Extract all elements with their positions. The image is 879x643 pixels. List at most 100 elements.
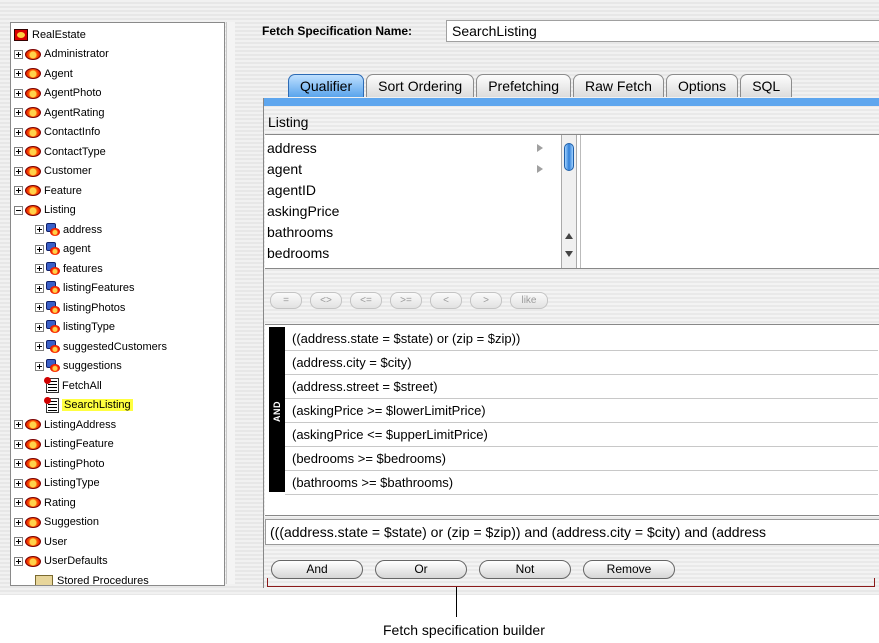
tree-row[interactable]: listingFeatures	[35, 279, 135, 298]
tree-row[interactable]: Listing	[14, 201, 76, 220]
expand-icon[interactable]	[35, 283, 44, 293]
relationship-icon	[46, 222, 60, 237]
attribute-item[interactable]: bedrooms	[265, 243, 560, 264]
expand-icon[interactable]	[14, 459, 23, 468]
expand-icon[interactable]	[14, 498, 23, 507]
operator-button[interactable]: <=	[350, 292, 382, 309]
tab-sort-ordering[interactable]: Sort Ordering	[366, 74, 475, 97]
expand-icon[interactable]	[35, 342, 44, 351]
tree-row[interactable]: Stored Procedures	[35, 571, 149, 585]
expand-icon[interactable]	[14, 147, 23, 156]
tree-row[interactable]: agent	[35, 240, 91, 259]
remove-button[interactable]: Remove	[583, 560, 675, 579]
expand-icon[interactable]	[35, 244, 44, 254]
tree-row[interactable]: ContactType	[14, 142, 106, 161]
tree-row[interactable]: ListingAddress	[14, 415, 116, 434]
operator-button[interactable]: >	[470, 292, 502, 309]
qualifier-row[interactable]: (bathrooms >= $bathrooms)	[285, 471, 878, 495]
tree-row[interactable]: ListingFeature	[14, 435, 114, 454]
expand-icon[interactable]	[14, 439, 23, 449]
expand-icon[interactable]	[35, 225, 44, 234]
conjunction-bar[interactable]: AND	[269, 327, 285, 492]
attribute-item[interactable]: agentID	[265, 180, 560, 201]
tree-row[interactable]: ListingType	[14, 474, 100, 493]
qualifier-row[interactable]: (address.street = $street)	[285, 375, 878, 399]
not-button[interactable]: Not	[479, 560, 571, 579]
expand-icon[interactable]	[14, 166, 23, 176]
operator-button[interactable]: >=	[390, 292, 422, 309]
tree-label: Suggestion	[44, 516, 100, 528]
expand-icon[interactable]	[14, 517, 23, 527]
tree-row[interactable]: Feature	[14, 181, 82, 200]
qualifier-row[interactable]: (bedrooms >= $bedrooms)	[285, 447, 878, 471]
expand-icon[interactable]	[14, 556, 23, 566]
expand-icon[interactable]	[14, 49, 23, 59]
qualifier-row[interactable]: ((address.state = $state) or (zip = $zip…	[285, 327, 878, 351]
tree-row[interactable]: SearchListing	[44, 396, 133, 415]
qualifier-expression-field[interactable]: (((address.state = $state) or (zip = $zi…	[265, 519, 879, 545]
expand-icon[interactable]	[35, 264, 44, 273]
qualifier-row[interactable]: (askingPrice >= $lowerLimitPrice)	[285, 399, 878, 423]
expand-icon[interactable]	[35, 303, 44, 312]
tree-row[interactable]: Suggestion	[14, 513, 99, 532]
tree-row[interactable]: suggestedCustomers	[35, 337, 167, 356]
expand-icon[interactable]	[14, 478, 23, 488]
expand-icon[interactable]	[14, 186, 23, 195]
qualifier-row[interactable]: (askingPrice <= $upperLimitPrice)	[285, 423, 878, 447]
tree-row[interactable]: Administrator	[14, 45, 109, 64]
tree-row[interactable]: FetchAll	[44, 376, 102, 395]
tree-row[interactable]: RealEstate	[14, 25, 86, 44]
tree-row[interactable]: Customer	[14, 162, 92, 181]
or-button[interactable]: Or	[375, 560, 467, 579]
tree-row[interactable]: AgentPhoto	[14, 84, 102, 103]
scroll-thumb[interactable]	[564, 143, 574, 171]
and-button[interactable]: And	[271, 560, 363, 579]
tree-scrollbar[interactable]	[226, 22, 235, 584]
relationship-icon	[46, 281, 60, 295]
tree-row[interactable]: ContactInfo	[14, 123, 100, 142]
tree-row[interactable]: AgentRating	[14, 103, 105, 122]
tab-sql[interactable]: SQL	[740, 74, 793, 97]
tab-options[interactable]: Options	[665, 74, 739, 97]
tree-row[interactable]: ListingPhoto	[14, 454, 105, 473]
relationship-icon	[46, 320, 60, 334]
attribute-item[interactable]: address	[265, 138, 560, 159]
tree-row[interactable]: features	[35, 259, 103, 278]
relationship-icon	[46, 261, 60, 276]
tree-label: suggestions	[63, 360, 122, 372]
expand-icon[interactable]	[14, 108, 23, 117]
tab-prefetching[interactable]: Prefetching	[476, 74, 572, 97]
collapse-icon[interactable]	[14, 205, 23, 215]
expand-icon[interactable]	[35, 322, 44, 332]
attribute-scrollbar[interactable]	[561, 135, 577, 268]
attribute-item[interactable]: askingPrice	[265, 201, 560, 222]
entity-icon	[25, 204, 41, 216]
expand-icon[interactable]	[35, 361, 44, 371]
operator-button[interactable]: like	[510, 292, 548, 309]
expand-icon[interactable]	[14, 420, 23, 429]
expand-icon[interactable]	[14, 537, 23, 546]
tree-row[interactable]: listingType	[35, 318, 115, 337]
tree-row[interactable]: Rating	[14, 493, 76, 512]
tree-row[interactable]: suggestions	[35, 357, 122, 376]
tree-row[interactable]: listingPhotos	[35, 298, 125, 317]
scroll-down-icon[interactable]	[565, 251, 573, 257]
operator-button[interactable]: <>	[310, 292, 342, 309]
operator-button[interactable]: <	[430, 292, 462, 309]
expand-icon[interactable]	[14, 88, 23, 98]
scroll-up-icon[interactable]	[565, 233, 573, 239]
tab-raw-fetch[interactable]: Raw Fetch	[573, 74, 664, 97]
tree-row[interactable]: User	[14, 532, 67, 551]
entity-icon	[25, 458, 41, 469]
tab-qualifier[interactable]: Qualifier	[288, 74, 365, 97]
tree-row[interactable]: Agent	[14, 64, 73, 83]
attribute-item[interactable]: bathrooms	[265, 222, 560, 243]
attribute-item[interactable]: agent	[265, 159, 560, 180]
tree-row[interactable]: UserDefaults	[14, 552, 108, 571]
operator-button[interactable]: =	[270, 292, 302, 309]
expand-icon[interactable]	[14, 127, 23, 137]
fetch-spec-name-field[interactable]: SearchListing	[446, 20, 879, 42]
tree-row[interactable]: address	[35, 220, 102, 239]
expand-icon[interactable]	[14, 69, 23, 78]
qualifier-row[interactable]: (address.city = $city)	[285, 351, 878, 375]
